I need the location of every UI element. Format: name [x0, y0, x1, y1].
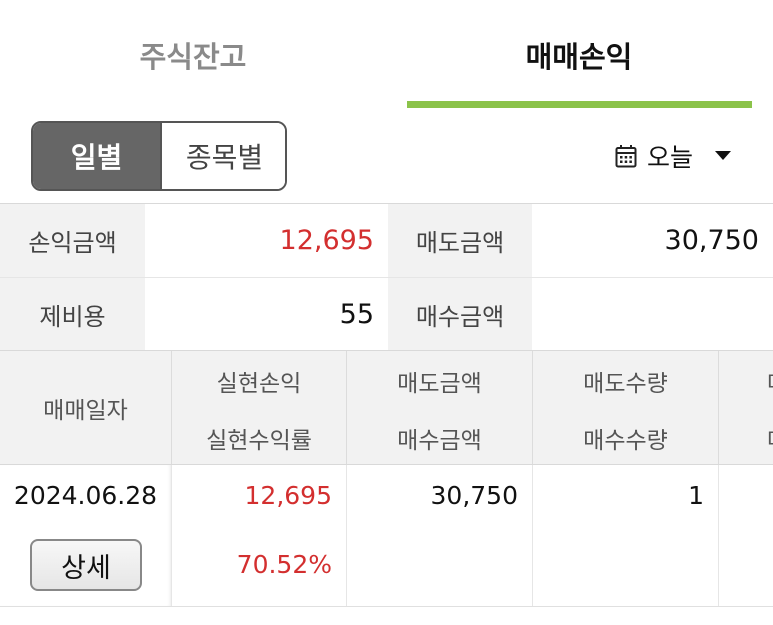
header-buy-qty: 매수수량: [583, 428, 668, 454]
sell-qty-value: 1: [688, 481, 704, 510]
header-amounts: 매도금액 매수금액: [347, 351, 533, 464]
header-sell-amount: 매도금액: [397, 371, 482, 397]
header-quantities: 매도수량 매수수량: [533, 351, 719, 464]
header-more-top: 매: [719, 364, 773, 398]
realized-rate-value: 70.52%: [236, 550, 332, 579]
fees-label: 제비용: [0, 277, 145, 350]
cell-amounts: 30,750: [347, 465, 533, 606]
pl-amount-label: 손익금액: [0, 204, 145, 277]
header-realized: 실현손익 실현수익률: [172, 351, 347, 464]
table-row: 2024.06.28 상세 12,695 70.52% 30,750 1: [0, 465, 773, 607]
header-realized-rate: 실현수익률: [206, 428, 312, 454]
segment-daily[interactable]: 일별: [33, 123, 160, 189]
calendar-icon: [615, 144, 637, 168]
date-filter-label: 오늘: [647, 143, 694, 172]
trade-date-value: 2024.06.28: [13, 481, 158, 510]
buy-amount-value: [532, 277, 773, 350]
realized-pl-value: 12,695: [244, 481, 332, 510]
cell-more: [719, 465, 773, 606]
cell-trade-date: 2024.06.28 상세: [0, 465, 172, 606]
summary-grid: 손익금액 12,695 매도금액 30,750 제비용 55 매수금액: [0, 203, 773, 351]
period-segmented-control: 일별 종목별: [31, 121, 287, 191]
header-buy-amount: 매수금액: [397, 428, 482, 454]
sell-amount-label: 매도금액: [388, 204, 532, 277]
cell-realized: 12,695 70.52%: [172, 465, 347, 606]
header-realized-pl: 실현손익: [216, 371, 302, 397]
header-trade-date-label: 매매일자: [43, 397, 128, 424]
sell-amount-value: 30,750: [532, 204, 773, 277]
fees-value: 55: [145, 277, 388, 350]
trade-table-header: 매매일자 실현손익 실현수익률 매도금액 매수금액 매도수량 매수수량 매 매: [0, 351, 773, 465]
sell-amount-cell-value: 30,750: [430, 481, 518, 510]
top-tabs: 주식잔고 매매손익: [0, 0, 773, 110]
header-trade-date: 매매일자: [0, 351, 172, 464]
header-more-bottom: 매: [719, 421, 773, 455]
header-sell-qty: 매도수량: [583, 371, 668, 397]
pl-amount-value: 12,695: [145, 204, 388, 277]
cell-quantities: 1: [533, 465, 719, 606]
tab-stock-balance[interactable]: 주식잔고: [0, 0, 386, 110]
segment-by-stock[interactable]: 종목별: [160, 123, 285, 189]
detail-button[interactable]: 상세: [30, 539, 142, 591]
active-tab-indicator: [407, 101, 752, 108]
tab-trade-pl[interactable]: 매매손익: [406, 0, 752, 110]
date-filter-dropdown[interactable]: 오늘: [615, 133, 732, 179]
header-more-columns: 매 매: [719, 351, 773, 464]
buy-amount-label: 매수금액: [388, 277, 532, 350]
chevron-down-icon: [715, 151, 732, 161]
